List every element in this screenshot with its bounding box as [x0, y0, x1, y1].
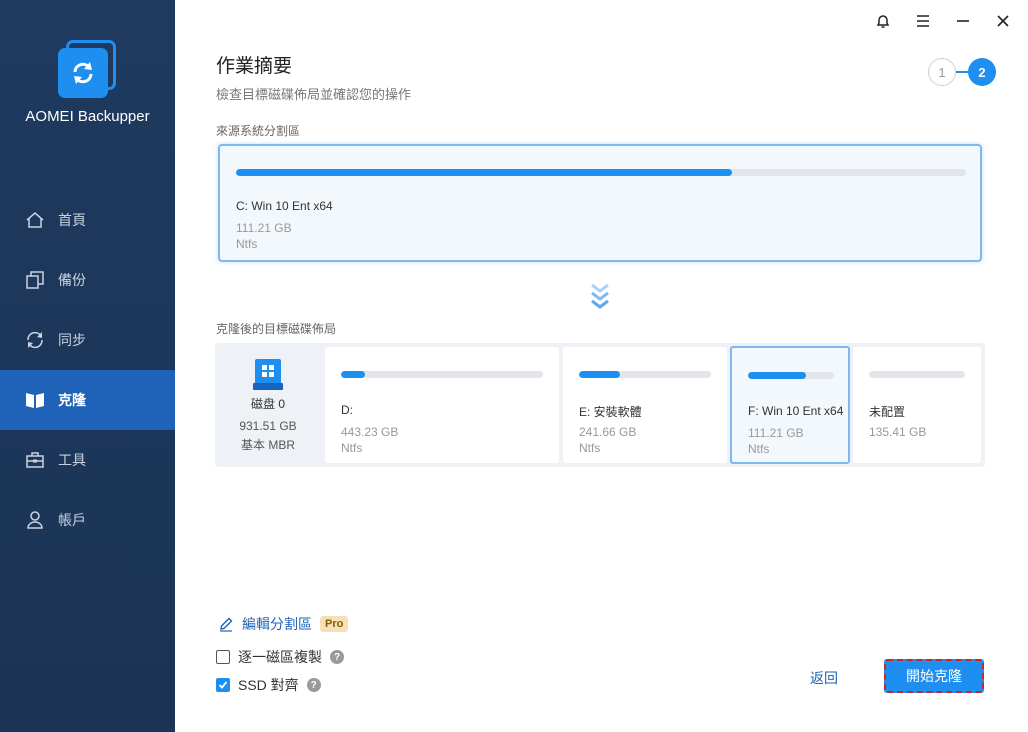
user-icon	[24, 509, 46, 531]
step-connector	[956, 71, 968, 73]
step-indicator: 1 2	[928, 58, 996, 86]
double-chevron-down-icon	[590, 282, 610, 312]
edit-partitions-label: 編輯分割區	[242, 616, 312, 632]
page-title: 作業摘要	[216, 56, 293, 77]
partition-card-e[interactable]: E: 安裝軟體 241.66 GB Ntfs	[563, 347, 727, 463]
partition-size: 241.66 GB	[579, 425, 637, 439]
ssd-align-label: SSD 對齊	[238, 677, 299, 693]
sidebar-item-backup[interactable]: 備份	[0, 250, 175, 310]
sidebar-item-account[interactable]: 帳戶	[0, 490, 175, 550]
backup-icon	[24, 269, 46, 291]
help-icon[interactable]: ?	[306, 678, 321, 692]
partition-name: C: Win 10 Ent x64	[236, 199, 333, 213]
edit-partitions-link[interactable]: 編輯分割區 Pro	[218, 614, 349, 634]
ssd-align-option: SSD 對齊 ?	[216, 675, 321, 695]
check-icon	[218, 681, 228, 689]
sync-icon	[24, 329, 46, 351]
usage-bar-fill	[236, 169, 733, 176]
usage-bar	[748, 372, 834, 379]
partition-card-unallocated[interactable]: 未配置 135.41 GB	[853, 347, 981, 463]
destination-disk-layout: 磁盘 0 931.51 GB 基本 MBR D: 443.23 GB Ntfs …	[215, 343, 985, 467]
partition-card-d[interactable]: D: 443.23 GB Ntfs	[325, 347, 559, 463]
sidebar-item-label: 備份	[58, 272, 86, 288]
minimize-icon[interactable]	[952, 10, 974, 32]
disk-type: 基本 MBR	[240, 438, 295, 452]
sidebar-item-label: 克隆	[58, 392, 86, 408]
back-button[interactable]: 返回	[810, 668, 838, 688]
source-label: 來源系統分割區	[216, 124, 301, 138]
partition-name: D:	[341, 403, 353, 417]
disk-name: 磁盘 0	[250, 397, 285, 411]
pro-badge: Pro	[320, 616, 349, 632]
usage-bar	[236, 169, 966, 176]
sidebar-item-sync[interactable]: 同步	[0, 310, 175, 370]
ssd-align-checkbox[interactable]	[216, 678, 230, 692]
sector-by-sector-label: 逐一磁區複製	[238, 649, 322, 665]
sidebar-item-label: 工具	[58, 452, 86, 468]
partition-size: 111.21 GB	[236, 221, 292, 235]
sidebar-nav: 首頁 備份 同步 克隆 工具 帳戶	[0, 190, 175, 550]
sidebar-item-clone[interactable]: 克隆	[0, 370, 175, 430]
partition-size: 135.41 GB	[869, 425, 927, 439]
bell-icon[interactable]	[872, 10, 894, 32]
close-icon[interactable]	[992, 10, 1014, 32]
partition-card-f[interactable]: F: Win 10 Ent x64 111.21 GB Ntfs	[730, 346, 850, 464]
sidebar-item-tools[interactable]: 工具	[0, 430, 175, 490]
pencil-icon	[218, 616, 234, 632]
clone-icon	[24, 389, 46, 411]
app-name: AOMEI Backupper	[25, 108, 150, 125]
window-controls	[872, 10, 1014, 32]
disk-info: 磁盘 0 931.51 GB 基本 MBR	[215, 343, 321, 467]
source-partition-card[interactable]: C: Win 10 Ent x64 111.21 GB Ntfs	[218, 144, 982, 262]
disk-size: 931.51 GB	[239, 419, 297, 433]
partition-size: 111.21 GB	[748, 426, 804, 440]
partition-name: E: 安裝軟體	[579, 405, 642, 419]
sector-by-sector-checkbox[interactable]	[216, 650, 230, 664]
disk-icon	[253, 359, 283, 391]
app-logo-icon	[58, 40, 118, 100]
usage-bar	[869, 371, 965, 378]
start-clone-button[interactable]: 開始克隆	[884, 659, 984, 693]
sidebar: AOMEI Backupper 首頁 備份 同步 克隆 工具 帳戶	[0, 0, 175, 732]
step-1: 1	[928, 58, 956, 86]
sidebar-item-label: 帳戶	[58, 512, 86, 528]
sidebar-item-home[interactable]: 首頁	[0, 190, 175, 250]
toolbox-icon	[24, 449, 46, 471]
sector-by-sector-option: 逐一磁區複製 ?	[216, 647, 344, 667]
partition-filesystem: Ntfs	[579, 441, 601, 455]
menu-icon[interactable]	[912, 10, 934, 32]
home-icon	[24, 209, 46, 231]
partition-size: 443.23 GB	[341, 425, 399, 439]
help-icon[interactable]: ?	[330, 650, 344, 664]
usage-bar	[341, 371, 543, 378]
partition-filesystem: Ntfs	[236, 237, 258, 251]
partition-name: 未配置	[869, 405, 906, 419]
destination-label: 克隆後的目標磁碟佈局	[216, 322, 337, 336]
partition-filesystem: Ntfs	[748, 442, 770, 456]
usage-bar-fill	[748, 372, 807, 379]
partition-name: F: Win 10 Ent x64	[748, 404, 844, 418]
usage-bar	[579, 371, 711, 378]
usage-bar-fill	[341, 371, 366, 378]
sidebar-item-label: 同步	[58, 332, 86, 348]
sidebar-item-label: 首頁	[58, 212, 86, 228]
step-2: 2	[968, 58, 996, 86]
usage-bar-fill	[579, 371, 620, 378]
partition-filesystem: Ntfs	[341, 441, 363, 455]
page-subtitle: 檢查目標磁碟佈局並確認您的操作	[216, 87, 412, 102]
